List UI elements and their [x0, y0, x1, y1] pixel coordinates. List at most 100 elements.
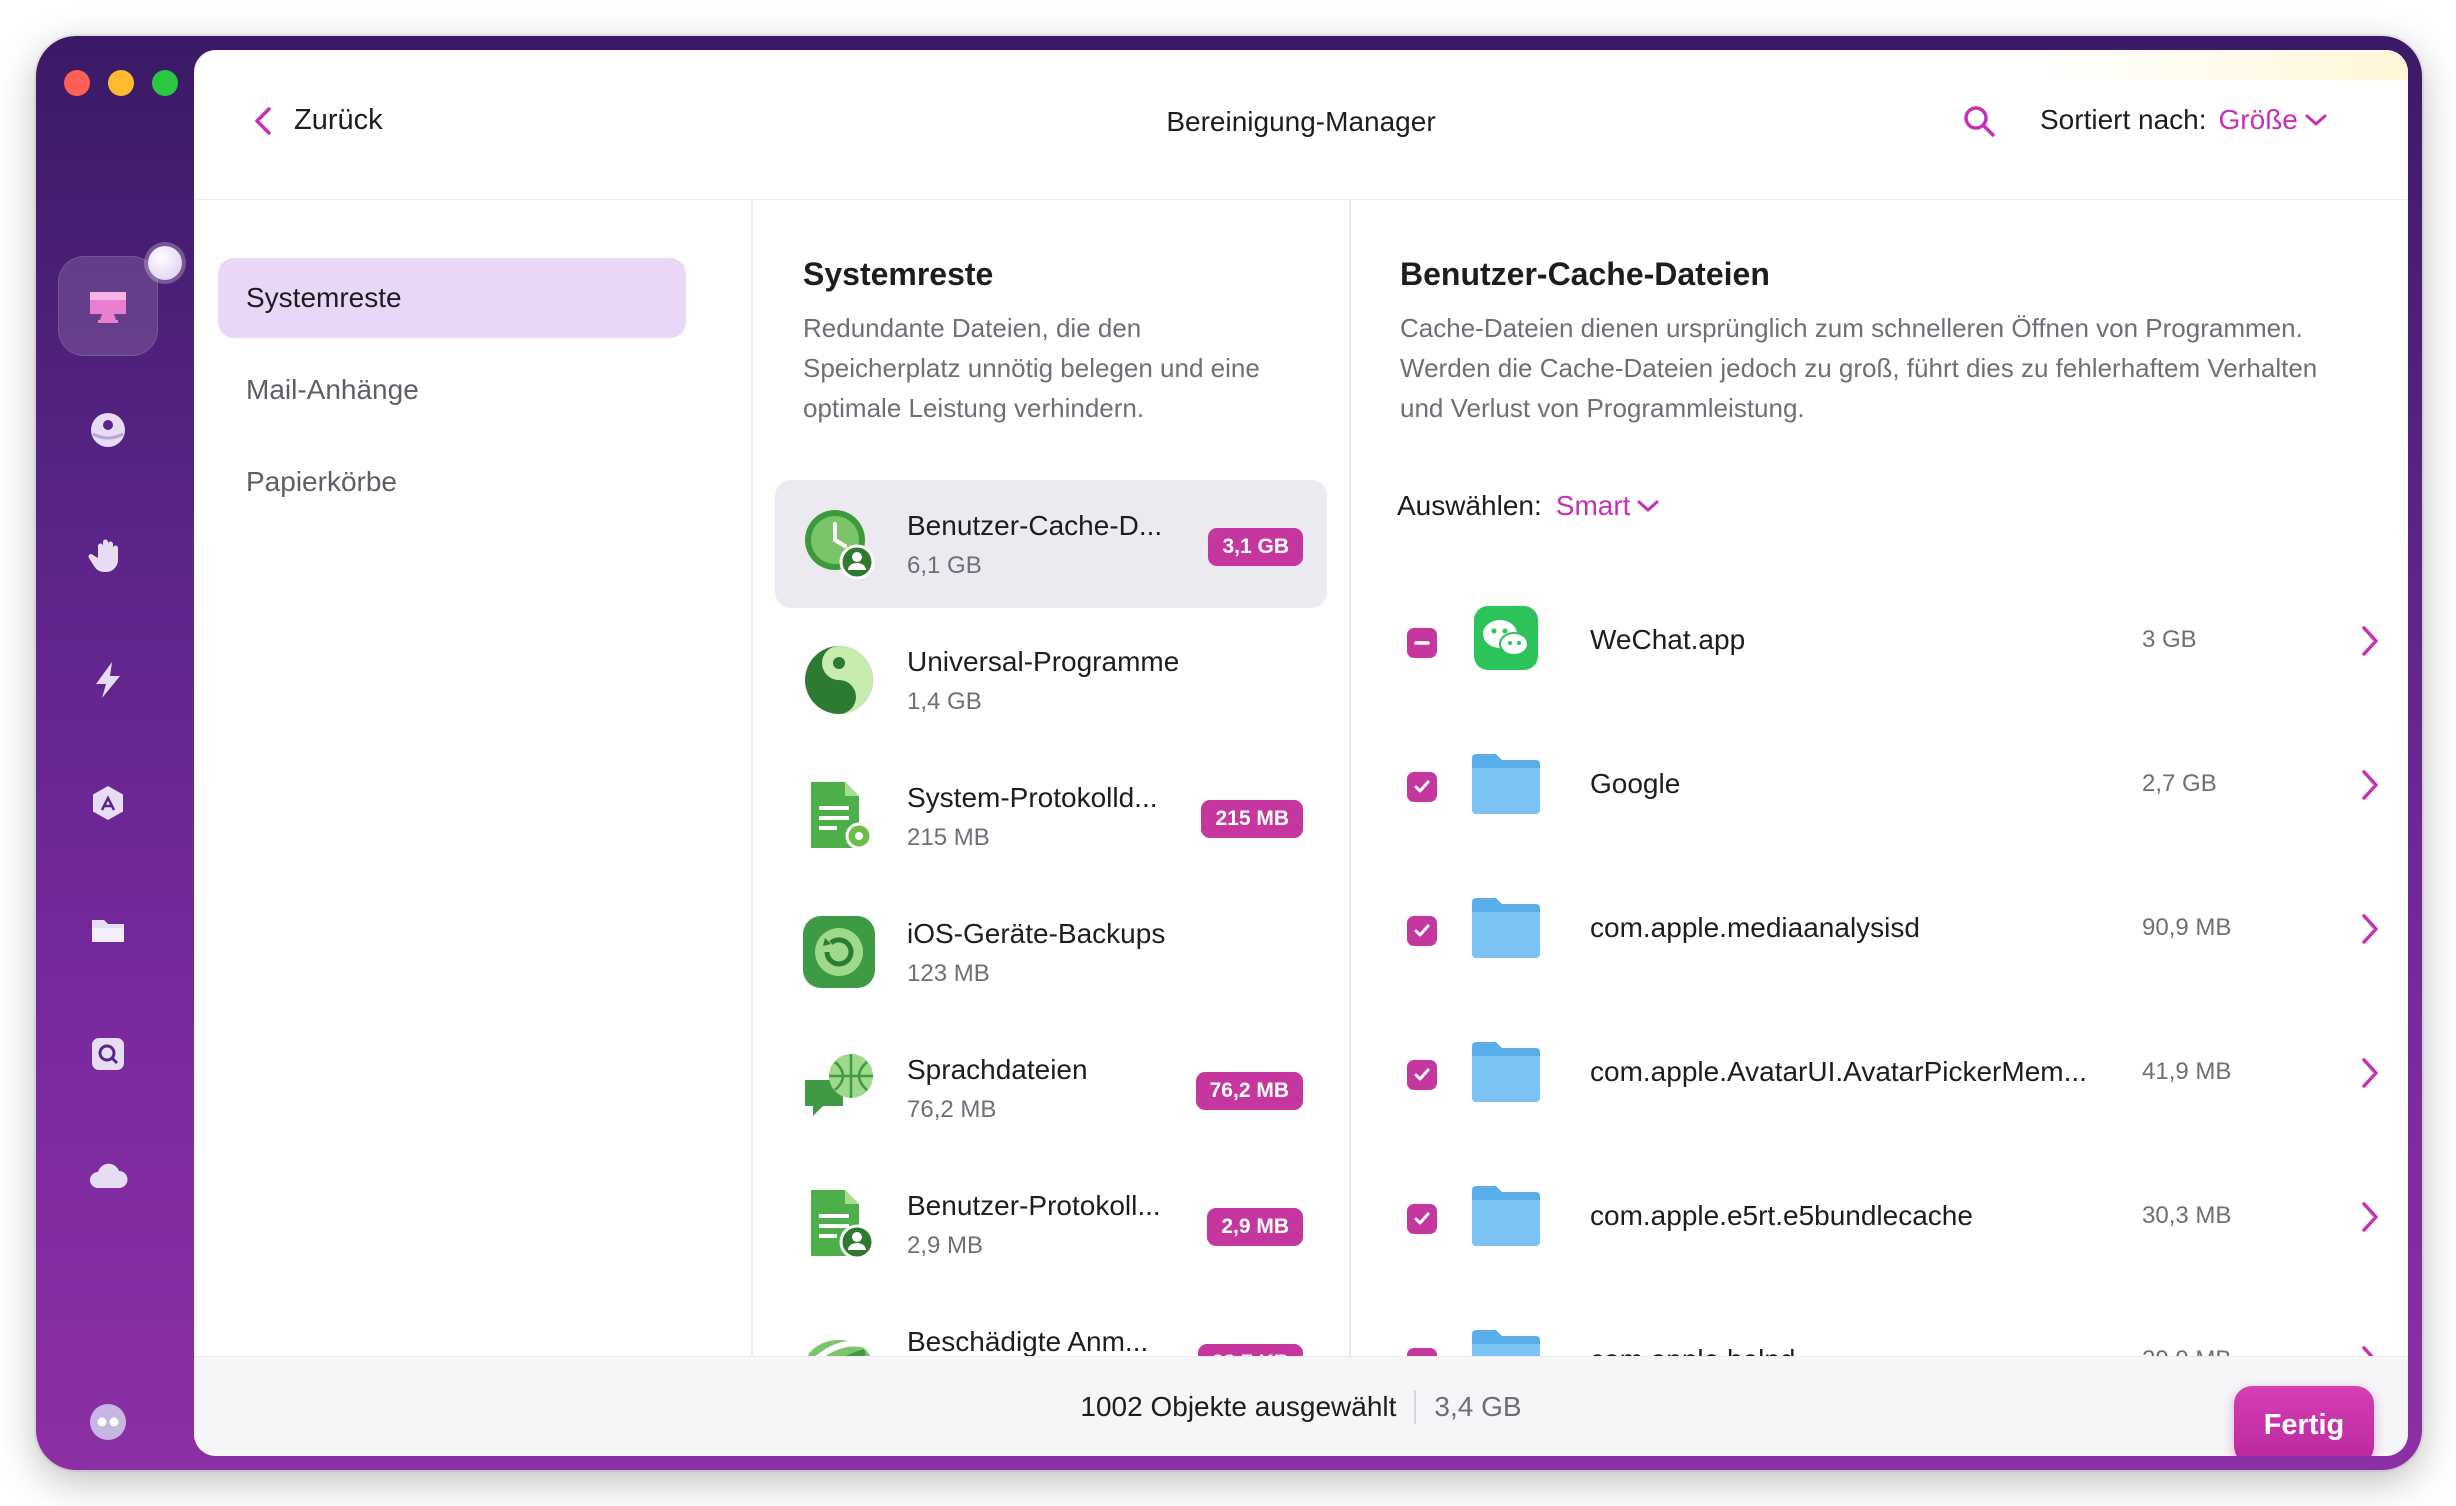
nav-files[interactable] — [58, 880, 158, 980]
lightning-icon — [96, 662, 120, 698]
user-log-icon — [811, 1190, 875, 1260]
selected-count: 1002 Objekte ausgewählt — [1080, 1391, 1397, 1422]
section-title: Systemreste — [803, 256, 994, 292]
folder-icon — [1472, 898, 1540, 958]
list-item[interactable]: Benutzer-Protokoll... 2,9 MB 2,9 MB — [775, 1160, 1327, 1288]
sort-value: Größe — [2218, 104, 2298, 135]
list-item[interactable]: Universal-Programme 1,4 GB — [775, 616, 1327, 744]
minus-icon — [1414, 641, 1430, 645]
category-systemreste[interactable]: Systemreste — [218, 258, 686, 338]
table-row[interactable]: com.apple.mediaanalysisd 90,9 MB — [1350, 858, 2408, 1002]
select-dropdown[interactable]: Smart — [1556, 490, 1661, 522]
app-store-icon — [93, 786, 123, 820]
row-size: 90,9 MB — [2142, 914, 2232, 941]
folder-icon — [1472, 1186, 1540, 1246]
detail-title: Benutzer-Cache-Dateien — [1400, 256, 1770, 292]
minimize-window-button[interactable] — [108, 70, 134, 96]
checkbox-checked[interactable] — [1407, 916, 1437, 946]
folder-nav-icon — [92, 920, 124, 942]
checkbox-checked[interactable] — [1407, 1204, 1437, 1234]
user-cache-clock-icon — [805, 510, 875, 580]
list-item[interactable]: System-Protokolld... 215 MB 215 MB — [775, 752, 1327, 880]
item-name: Benutzer-Protokoll... — [907, 1190, 1161, 1221]
row-size: 41,9 MB — [2142, 1058, 2232, 1085]
window-controls — [64, 70, 178, 96]
list-item[interactable]: iOS-Geräte-Backups 123 MB — [775, 888, 1327, 1016]
item-size: 123 MB — [907, 960, 990, 987]
nav-cloud[interactable] — [58, 1128, 158, 1228]
search-icon[interactable] — [1960, 102, 1998, 140]
row-name: com.apple.mediaanalysisd — [1590, 912, 1920, 943]
table-row[interactable]: Google 2,7 GB — [1350, 714, 2408, 858]
size-badge: 2,9 MB — [1207, 1208, 1303, 1246]
nav-space-lens[interactable] — [58, 1004, 158, 1104]
item-name: Sprachdateien — [907, 1054, 1088, 1085]
partial-checkbox[interactable] — [1407, 628, 1437, 658]
item-size: 6,1 GB — [907, 552, 982, 579]
checkbox-checked[interactable] — [1407, 1060, 1437, 1090]
category-mail-anhaenge[interactable]: Mail-Anhänge — [218, 350, 686, 430]
item-name: Beschädigte Anm... — [907, 1326, 1149, 1357]
nav-assistant[interactable] — [58, 1372, 158, 1470]
table-row[interactable]: WeChat.app 3 GB — [1350, 570, 2408, 714]
sort-control[interactable]: Sortiert nach: Größe — [2040, 104, 2328, 136]
system-log-icon — [811, 782, 873, 850]
chevron-right-icon[interactable] — [2360, 1056, 2380, 1090]
category-label: Papierkörbe — [246, 466, 397, 497]
wechat-icon — [1474, 606, 1538, 670]
list-item[interactable]: Sprachdateien 76,2 MB 76,2 MB — [775, 1024, 1327, 1152]
chevron-down-icon — [1637, 500, 1659, 512]
size-badge: 215 MB — [1201, 800, 1303, 838]
item-name: Benutzer-Cache-D... — [907, 510, 1163, 541]
nav-cleanup[interactable] — [58, 246, 182, 356]
category-papierkoerbe[interactable]: Papierkörbe — [218, 442, 686, 522]
category-label: Mail-Anhänge — [246, 374, 419, 405]
category-label: Systemreste — [246, 282, 402, 313]
checkmark-icon — [1414, 780, 1430, 793]
sort-dropdown[interactable]: Größe — [2219, 104, 2328, 136]
sort-label: Sortiert nach: — [2040, 104, 2207, 135]
nav-speed[interactable] — [58, 630, 158, 730]
table-row[interactable]: com.apple.AvatarUI.AvatarPickerMem... 41… — [1350, 1002, 2408, 1146]
main-panel: Zurück Bereinigung-Manager Sortiert nach… — [194, 50, 2408, 1456]
size-badge: 3,1 GB — [1208, 528, 1303, 566]
subcategory-panel: Systemreste Redundante Dateien, die den … — [751, 200, 1351, 1370]
footer-bar: 1002 Objekte ausgewählt 3,4 GB — [194, 1356, 2408, 1456]
chevron-right-icon[interactable] — [2360, 768, 2380, 802]
assistant-dots-icon — [90, 1404, 126, 1440]
item-name: iOS-Geräte-Backups — [907, 918, 1166, 949]
row-size: 30,3 MB — [2142, 1202, 2232, 1229]
hand-icon — [88, 539, 118, 572]
item-name: System-Protokolld... — [907, 782, 1158, 813]
checkmark-icon — [1414, 924, 1430, 937]
search-box-icon — [92, 1038, 124, 1070]
done-button[interactable]: Fertig — [2234, 1386, 2374, 1456]
cloud-icon — [90, 1163, 128, 1188]
app-window: Zurück Bereinigung-Manager Sortiert nach… — [36, 36, 2422, 1470]
item-size: 1,4 GB — [907, 688, 982, 715]
zoom-window-button[interactable] — [152, 70, 178, 96]
table-row[interactable]: com.apple.e5rt.e5bundlecache 30,3 MB — [1350, 1146, 2408, 1290]
folder-icon — [1472, 1042, 1540, 1102]
size-badge: 76,2 MB — [1195, 1072, 1303, 1110]
select-value: Smart — [1555, 490, 1631, 521]
checkmark-icon — [1414, 1068, 1430, 1081]
list-item[interactable]: Benutzer-Cache-D... 6,1 GB 3,1 GB — [775, 480, 1327, 608]
detail-description: Cache-Dateien dienen ursprünglich zum sc… — [1400, 313, 2318, 423]
chevron-right-icon[interactable] — [2360, 1200, 2380, 1234]
nav-active-indicator — [148, 246, 182, 280]
row-name: com.apple.e5rt.e5bundlecache — [1590, 1200, 1973, 1231]
item-name: Universal-Programme — [907, 646, 1180, 677]
nav-applications[interactable] — [58, 754, 158, 854]
item-size: 76,2 MB — [907, 1096, 997, 1123]
chevron-right-icon[interactable] — [2360, 912, 2380, 946]
cleanup-monitor-icon — [90, 292, 126, 323]
toolbar: Zurück Bereinigung-Manager Sortiert nach… — [194, 50, 2408, 200]
nav-privacy[interactable] — [58, 506, 158, 606]
checkbox-checked[interactable] — [1407, 772, 1437, 802]
close-window-button[interactable] — [64, 70, 90, 96]
chevron-right-icon[interactable] — [2360, 624, 2380, 658]
nav-protection[interactable] — [58, 380, 158, 480]
ios-backup-icon — [803, 916, 875, 988]
universal-apps-icon — [805, 646, 873, 714]
